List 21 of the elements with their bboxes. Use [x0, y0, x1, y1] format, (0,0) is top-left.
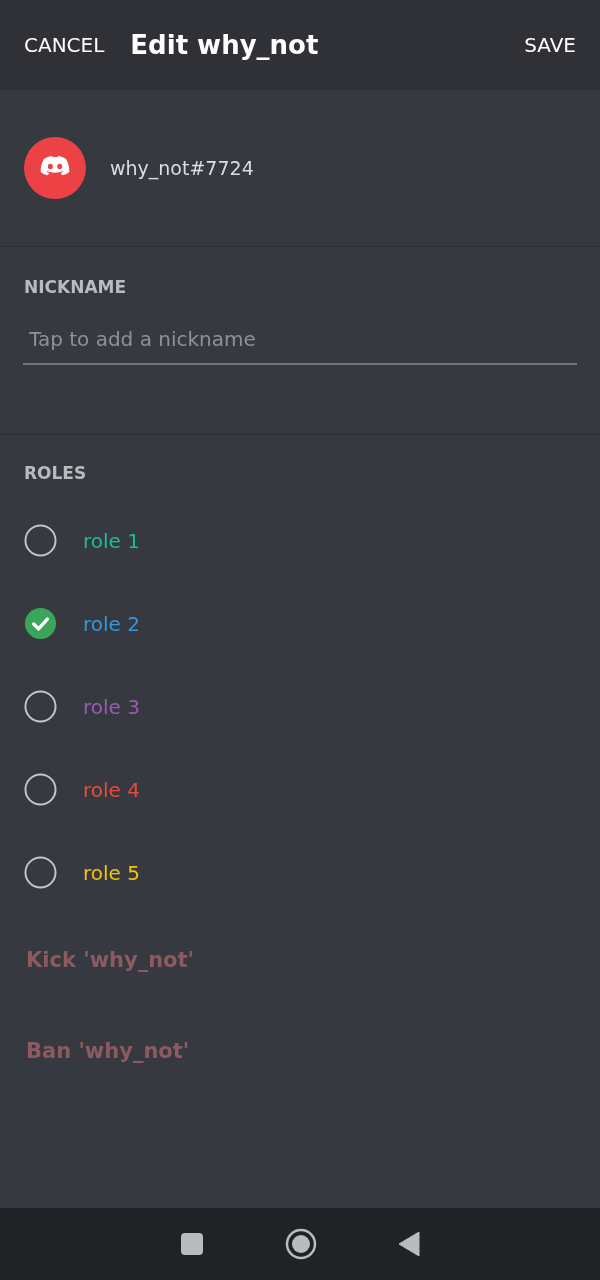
role-name: role 1	[83, 528, 140, 553]
role-name: role 3	[83, 694, 140, 719]
avatar-icon	[24, 137, 86, 199]
screen-title: Edit why_not	[130, 30, 320, 60]
role-name: role 5	[83, 860, 140, 885]
section-label: NICKNAME	[23, 276, 128, 297]
empty-circle-icon[interactable]	[24, 524, 57, 557]
section-label: ROLES	[23, 462, 88, 485]
home-icon[interactable]	[285, 1228, 317, 1260]
role-name: role 4	[83, 777, 140, 802]
nickname-field[interactable]: Tap to add a nickname	[23, 327, 577, 365]
empty-circle-icon[interactable]	[24, 856, 57, 889]
cancel-button[interactable]: CANCEL	[24, 33, 105, 57]
role-name: role 2	[83, 611, 140, 636]
user-tag: why_not#7724	[110, 157, 254, 179]
save-button[interactable]: SAVE	[524, 33, 576, 57]
back-icon[interactable]	[397, 1231, 420, 1257]
empty-circle-icon[interactable]	[24, 773, 57, 806]
empty-circle-icon[interactable]	[24, 690, 57, 723]
recents-icon[interactable]	[180, 1232, 205, 1256]
checked-circle-icon[interactable]	[24, 607, 57, 640]
